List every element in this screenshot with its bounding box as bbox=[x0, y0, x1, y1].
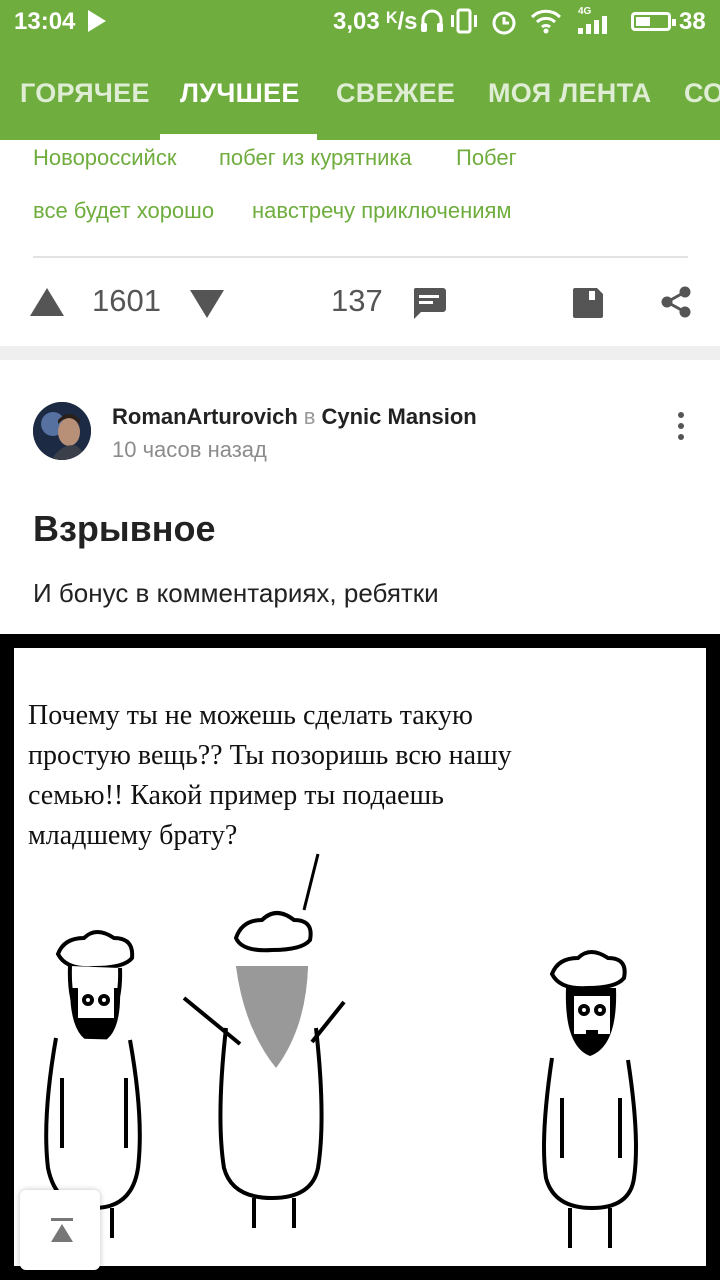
comments-count: 137 bbox=[331, 283, 383, 318]
upvote-icon[interactable] bbox=[30, 288, 64, 316]
rating-count: 1601 bbox=[92, 283, 161, 318]
tag[interactable]: Побег bbox=[456, 145, 517, 171]
community-name[interactable]: Cynic Mansion bbox=[321, 404, 476, 429]
avatar[interactable] bbox=[33, 402, 91, 460]
share-icon[interactable] bbox=[660, 286, 692, 318]
more-options-icon[interactable] bbox=[671, 410, 691, 442]
status-time: 13:04 bbox=[14, 8, 76, 35]
comment-icon[interactable] bbox=[412, 288, 446, 320]
play-icon bbox=[88, 10, 106, 32]
headphones-icon bbox=[421, 9, 443, 32]
battery-level: 38 bbox=[679, 8, 706, 35]
comic-panel: Почему ты не можешь сделать такую просту… bbox=[14, 648, 706, 1266]
figure-center bbox=[182, 911, 346, 1228]
tag[interactable]: все будет хорошо bbox=[33, 198, 214, 224]
scroll-to-top-button[interactable] bbox=[20, 1190, 100, 1270]
divider bbox=[33, 256, 688, 258]
tab-my-feed[interactable]: МОЯ ЛЕНТА bbox=[488, 78, 652, 109]
status-bar: 13:04 3,03 ᴷ/s 4G 38 bbox=[0, 0, 720, 46]
tab-best[interactable]: ЛУЧШЕЕ bbox=[180, 78, 300, 109]
scroll-top-icon bbox=[51, 1218, 73, 1242]
alarm-icon bbox=[492, 11, 516, 35]
author-name[interactable]: RomanArturovich bbox=[112, 404, 298, 429]
save-icon[interactable] bbox=[573, 288, 603, 318]
comic-drawing bbox=[44, 853, 638, 1248]
active-tab-indicator bbox=[160, 134, 317, 140]
post-text: И бонус в комментариях, ребятки bbox=[33, 578, 439, 608]
net-speed: 3,03 ᴷ/s bbox=[333, 8, 418, 35]
battery-icon bbox=[631, 12, 676, 31]
author-line: RomanArturovich в Cynic Mansion bbox=[112, 404, 477, 430]
tab-hot[interactable]: ГОРЯЧЕЕ bbox=[20, 78, 150, 109]
tab-communities[interactable]: СО bbox=[684, 78, 720, 109]
vibrate-icon bbox=[451, 8, 477, 34]
post-time: 10 часов назад bbox=[112, 437, 267, 462]
tab-fresh[interactable]: СВЕЖЕЕ bbox=[336, 78, 455, 109]
app-header: 13:04 3,03 ᴷ/s 4G 38 ГОРЯЧЕЕ ЛУЧШЕЕ СВЕЖ… bbox=[0, 0, 720, 140]
tag[interactable]: навстречу приключениям bbox=[252, 198, 512, 224]
post-separator bbox=[0, 346, 720, 360]
tag[interactable]: побег из курятника bbox=[219, 145, 412, 171]
downvote-icon[interactable] bbox=[190, 290, 224, 318]
wifi-icon bbox=[530, 9, 562, 34]
in-word: в bbox=[303, 404, 316, 429]
post-actions: 1601 137 bbox=[0, 270, 720, 334]
post-title[interactable]: Взрывное bbox=[33, 508, 216, 550]
signal-icon bbox=[578, 16, 607, 34]
tag[interactable]: Новороссийск bbox=[33, 145, 176, 171]
figure-right bbox=[542, 950, 638, 1248]
post-image[interactable]: Почему ты не можешь сделать такую просту… bbox=[0, 634, 720, 1280]
feed-tabs: ГОРЯЧЕЕ ЛУЧШЕЕ СВЕЖЕЕ МОЯ ЛЕНТА СО bbox=[0, 70, 720, 140]
